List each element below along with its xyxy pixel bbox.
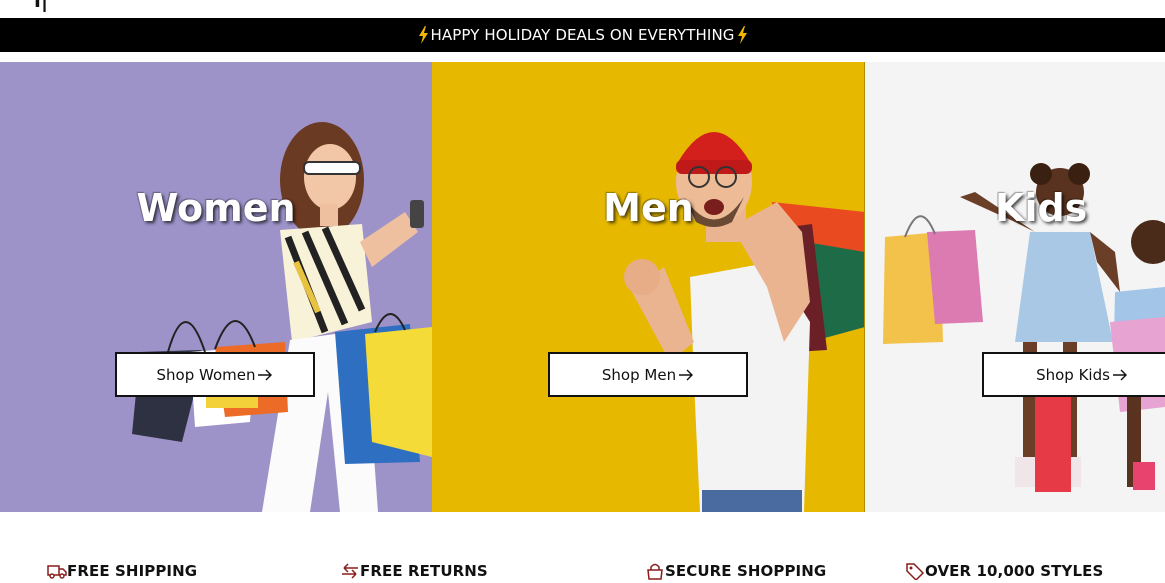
price-tag-icon xyxy=(905,562,925,580)
shop-men-button[interactable]: Shop Men xyxy=(548,352,748,397)
feature-label: OVER 10,000 STYLES xyxy=(925,562,1104,580)
women-model-image xyxy=(132,122,432,512)
feature-over-10000-styles: OVER 10,000 STYLES xyxy=(905,562,1103,580)
feature-free-returns: FREE RETURNS xyxy=(340,562,488,580)
men-model-image xyxy=(624,132,864,512)
shop-women-label: Shop Women xyxy=(156,365,256,384)
feature-label: FREE RETURNS xyxy=(360,562,488,580)
arrow-right-icon xyxy=(678,369,694,381)
site-header: ı| xyxy=(0,0,1165,18)
shop-men-label: Shop Men xyxy=(601,365,677,384)
shop-kids-label: Shop Kids xyxy=(1036,365,1110,384)
shop-women-button[interactable]: Shop Women xyxy=(115,352,315,397)
return-arrows-icon xyxy=(340,562,360,580)
category-panel-women[interactable]: Women Shop Women xyxy=(0,62,432,512)
features-bar: FREE SHIPPING FREE RETURNS SECURE SHOPPI… xyxy=(0,512,1165,583)
feature-label: SECURE SHOPPING xyxy=(665,562,827,580)
category-title-women: Women xyxy=(136,186,296,230)
arrow-right-icon xyxy=(1112,369,1128,381)
arrow-right-icon xyxy=(257,369,273,381)
category-panel-men[interactable]: Men Shop Men xyxy=(432,62,865,512)
announcement-bar: HAPPY HOLIDAY DEALS ON EVERYTHING xyxy=(0,18,1165,52)
lightning-bolt-icon xyxy=(418,26,429,44)
category-title-men: Men xyxy=(603,186,694,230)
delivery-truck-icon xyxy=(47,562,67,580)
category-title-kids: Kids xyxy=(995,186,1088,230)
site-logo[interactable]: ı| xyxy=(34,0,48,10)
lightning-bolt-icon xyxy=(737,26,748,44)
kids-model-image xyxy=(883,163,1165,492)
shop-kids-button[interactable]: Shop Kids xyxy=(982,352,1165,397)
feature-free-shipping: FREE SHIPPING xyxy=(47,562,197,580)
category-panel-kids[interactable]: Kids Shop Kids xyxy=(865,62,1165,512)
category-panels: Women Shop Women Men Shop Men Kids Shop … xyxy=(0,62,1165,512)
shopping-bag-lock-icon xyxy=(645,562,665,580)
feature-secure-shopping: SECURE SHOPPING xyxy=(645,562,826,580)
feature-label: FREE SHIPPING xyxy=(67,562,198,580)
announcement-text: HAPPY HOLIDAY DEALS ON EVERYTHING xyxy=(430,26,735,44)
